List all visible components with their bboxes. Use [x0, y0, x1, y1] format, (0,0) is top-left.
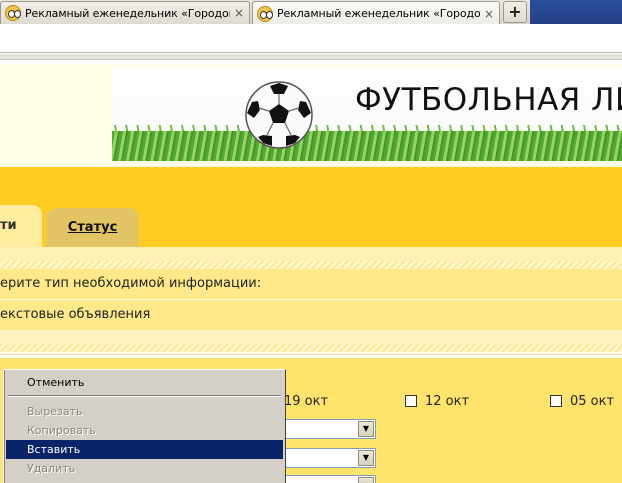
- context-menu: Отменить Вырезать Копировать Вставить Уд…: [3, 369, 286, 483]
- browser-tab-2-active[interactable]: Рекламный еженедельник «Городокъ... ×: [252, 1, 500, 25]
- dropdown-select-2[interactable]: ▼: [284, 448, 376, 468]
- site-favicon-icon: [257, 5, 273, 22]
- info-type-option[interactable]: екстовые объявления: [0, 300, 622, 330]
- context-menu-cut[interactable]: Вырезать: [6, 402, 283, 421]
- tab-current[interactable]: ти: [0, 205, 42, 247]
- new-tab-button[interactable]: +: [503, 1, 527, 23]
- context-menu-undo[interactable]: Отменить: [6, 373, 283, 392]
- decorative-stripe: [0, 344, 622, 352]
- checkbox[interactable]: [405, 395, 417, 407]
- browser-tab-title: Рекламный еженедельник «Городокъ...: [25, 6, 230, 20]
- context-menu-separator: [8, 395, 281, 397]
- grass-decoration: [112, 131, 622, 161]
- browser-tab-strip: Рекламный еженедельник «Городокъ... × Ре…: [0, 0, 622, 25]
- date-label: 12 окт: [425, 393, 470, 409]
- date-checkbox-12-okt[interactable]: 12 окт: [405, 393, 469, 409]
- context-menu-paste[interactable]: Вставить: [6, 440, 283, 459]
- browser-tab-1[interactable]: Рекламный еженедельник «Городокъ... ×: [0, 1, 250, 24]
- dropdown-arrow-icon[interactable]: ▼: [358, 421, 374, 437]
- soccer-ball-icon: [245, 81, 313, 149]
- banner-title: ФУТБОЛЬНАЯ ЛИГ: [355, 82, 622, 118]
- dropdown-select-1[interactable]: ▼: [284, 419, 376, 439]
- toolbar-bottom-bar: [0, 54, 622, 60]
- dropdown-arrow-icon[interactable]: [358, 477, 374, 483]
- date-label: 05 окт: [570, 393, 615, 409]
- date-checkbox-05-okt[interactable]: 05 окт: [550, 393, 614, 409]
- browser-toolbar: [0, 24, 622, 64]
- checkbox[interactable]: [550, 395, 562, 407]
- info-type-prompt: ерите тип необходимой информации:: [0, 269, 622, 299]
- context-menu-copy[interactable]: Копировать: [6, 421, 283, 440]
- date-label: 19 окт: [284, 393, 329, 409]
- browser-tab-title: Рекламный еженедельник «Городокъ...: [277, 7, 480, 20]
- decorative-stripe: [0, 261, 622, 269]
- site-favicon-icon: [5, 5, 21, 21]
- date-checkbox-19-okt[interactable]: 19 окт: [284, 393, 328, 409]
- tab-status[interactable]: Статус: [46, 208, 139, 247]
- tab-close-icon[interactable]: ×: [233, 6, 245, 20]
- context-menu-delete[interactable]: Удалить: [6, 459, 283, 478]
- site-banner: ФУТБОЛЬНАЯ ЛИГ: [112, 68, 622, 161]
- dropdown-select-3[interactable]: [284, 475, 376, 483]
- tab-close-icon[interactable]: ×: [483, 7, 495, 21]
- toolbar-divider: [0, 52, 622, 53]
- dropdown-arrow-icon[interactable]: ▼: [358, 450, 374, 466]
